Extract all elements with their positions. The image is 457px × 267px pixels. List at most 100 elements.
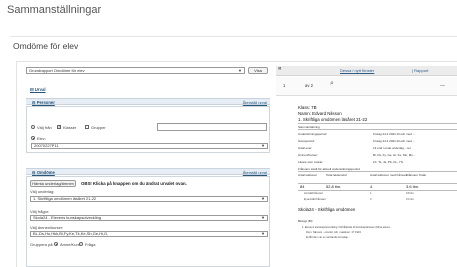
radio-valj-fran-label: Välj från xyxy=(37,125,52,130)
report-row: Grundrapport Omdöme för elev ▼ Visa xyxy=(26,66,270,76)
doc-row-key: Antal ever: xyxy=(298,146,313,150)
page-title: Sammanställningar xyxy=(7,4,102,16)
chevron-down-icon: ▼ xyxy=(261,196,265,201)
checkbox-klasser[interactable] xyxy=(57,124,61,129)
amnen-value: BL,Ds,Hu,Hkk,Bi,Fy,Ke,Tk,Ke,Sh,Ge,Hi,G, xyxy=(33,231,109,236)
radio-elev[interactable] xyxy=(31,136,35,140)
radio-gruppera-amne[interactable] xyxy=(54,242,58,246)
fragor-select[interactable]: Skola24 - Elevens kunskapsutveckling ▼ xyxy=(30,215,268,221)
personer-toggle[interactable]: ⊟ Personer xyxy=(32,100,55,105)
doc-row-key: Lärare som svarat: xyxy=(298,160,324,164)
search-icon[interactable]: ⌕ xyxy=(330,80,334,88)
table-header: Antal lektioner xyxy=(298,173,318,177)
preview-toolbar: « Dessa i nytt fönster | Rapport xyxy=(276,66,457,76)
doc-divider xyxy=(298,123,457,124)
table-cell: 4 xyxy=(370,184,373,189)
underlag-select[interactable]: 1. Skriftliga omdömen läsåret 21-22 ▼ xyxy=(30,196,268,202)
omdome-header: ⊟ Omdöme Återställ urval xyxy=(26,168,270,175)
doc-row-value: Krolag 24.4 2021 till och med ... xyxy=(373,132,416,136)
table-subrow-time: 3.2 tim. xyxy=(406,198,415,201)
underlag-value: 1. Skriftliga omdömen läsåret 21-22 xyxy=(33,196,97,201)
doc-row-key: Underskriningsperiod: xyxy=(298,132,328,136)
urval-label: Urval xyxy=(34,87,46,92)
radio-valj-fran[interactable] xyxy=(31,125,35,129)
personer-header: ⊟ Personer Återställ urval xyxy=(26,98,270,105)
radio-gruppera-fraga[interactable] xyxy=(79,242,83,246)
doc-divider xyxy=(298,171,457,172)
doc-row-key: Ämnen/Kurser: xyxy=(298,153,319,157)
fetch-subjects-button[interactable]: Hämta underlag/ämnen xyxy=(30,180,76,187)
personer-box: Välj från Klasser Grupper Elev: 20070227… xyxy=(26,106,270,153)
underlag-label: Välj underlag: xyxy=(30,189,55,194)
page-count: av 2 xyxy=(305,83,313,88)
doc-skola-heading: Skola24 - Skriftliga omdömen xyxy=(298,207,356,212)
table-header: Antal lektioner med frånvaro xyxy=(370,173,408,177)
table-subrow-label: Anmäld frånvaro xyxy=(304,192,324,195)
elev-label: Elev: xyxy=(37,136,46,141)
omdome-toggle[interactable]: ⊟ Omdöme xyxy=(32,170,55,175)
page-number-input[interactable]: 1 xyxy=(283,83,289,90)
doc-klass: Klass: 7B xyxy=(298,105,317,110)
page-subtitle: Omdöme för elev xyxy=(13,41,79,51)
chevron-down-icon: ▼ xyxy=(261,143,265,148)
gruppera-fraga-label: Fråga xyxy=(85,242,96,247)
report-preview-panel: « Dessa i nytt fönster | Rapport 1 av 2 … xyxy=(276,66,457,267)
table-subrow-time: 0.8 tim. xyxy=(406,192,415,195)
table-header: Frånvaro Totalt xyxy=(406,173,426,177)
gruppera-label: Gruppera på: xyxy=(30,242,54,247)
doc-subject: Biologi (Bi) xyxy=(298,219,313,223)
doc-row-value: Bi, Ds, Fy, Ge, Hi, Ke, Mu, Mu... xyxy=(373,153,416,157)
amnen-select[interactable]: BL,Ds,Hu,Hkk,Bi,Fy,Ke,Tk,Ke,Sh,Ge,Hi,G, … xyxy=(30,231,268,237)
report-link-rest: | Rapport xyxy=(412,68,429,73)
header-divider xyxy=(10,36,457,37)
open-new-window-link[interactable]: Dessa i nytt fönster xyxy=(340,68,374,73)
chevron-down-icon: ▼ xyxy=(238,68,242,73)
doc-underlag: 1. Skriftliga omdömen läsåret 21-22 xyxy=(298,117,368,122)
omdome-box: Hämta underlag/ämnen OBS! Klicka på knap… xyxy=(26,176,270,267)
doc-text-line: Dom. Närvaro - omväxl. Arb. maskiner: 17… xyxy=(306,231,361,234)
doc-divider xyxy=(298,190,457,191)
table-subrow-label: Ej anmäld frånvaro xyxy=(304,198,326,201)
table-subrow-count: 3 xyxy=(370,198,372,201)
report-template-select[interactable]: Grundrapport Omdöme för elev ▼ xyxy=(26,67,245,74)
elev-value: 20070227P11 xyxy=(34,143,59,148)
report-document: Klass: 7B Namn: Edvard Nilsson 1. Skrift… xyxy=(280,99,457,267)
checkbox-grupper[interactable] xyxy=(85,125,89,129)
table-cell: 3.6 tim. xyxy=(406,184,420,189)
doc-row-value: Krolag 24.4 2021 till och med ... xyxy=(373,139,416,143)
doc-divider xyxy=(298,183,457,184)
doc-namn: Namn: Edvard Nilsson xyxy=(298,111,342,116)
report-template-value: Grundrapport Omdöme för elev xyxy=(29,68,85,73)
doc-row-key: Åversperiod: xyxy=(298,139,315,143)
report-settings-panel: Grundrapport Omdöme för elev ▼ Visa ⊟ Ur… xyxy=(26,66,270,267)
personer-reset-link[interactable]: Återställ urval xyxy=(243,100,267,105)
class-list-field[interactable] xyxy=(157,123,267,131)
fetch-subjects-label: Hämta underlag/ämnen xyxy=(32,181,74,186)
show-report-button[interactable]: Visa xyxy=(248,67,268,74)
omdome-label: Omdöme xyxy=(36,169,55,175)
zoom-out-icon[interactable]: — xyxy=(440,83,445,89)
personer-label: Personer xyxy=(36,99,55,105)
show-report-label: Visa xyxy=(254,68,262,73)
table-subrow-count: 1 xyxy=(370,192,372,195)
amnen-label: Välj ämnen/kurser: xyxy=(30,225,64,230)
gruppera-amne-label: Ämne/Kurs xyxy=(60,242,80,247)
collapse-icon[interactable]: « xyxy=(278,66,281,72)
doc-row-value: LK, Ts, Ja, PK, KL, YN xyxy=(373,160,403,164)
chevron-down-icon: ▼ xyxy=(261,215,265,220)
fragor-value: Skola24 - Elevens kunskapsutveckling xyxy=(33,215,102,220)
urval-section-toggle[interactable]: ⊟ Urval xyxy=(30,87,46,93)
refresh-notice: OBS! Klicka på knappen om du ändrat urva… xyxy=(81,181,187,186)
preview-pager: 1 av 2 ⌕ — xyxy=(276,77,457,96)
checkbox-klasser-label: Klasser xyxy=(63,125,77,130)
chevron-down-icon: ▼ xyxy=(261,231,265,236)
elev-select[interactable]: 20070227P11 ▼ xyxy=(31,143,268,149)
table-header: Total lektionstid xyxy=(326,173,347,177)
doc-row-value: 13 end i ende undertag ...tet xyxy=(373,146,411,150)
table-cell: 52.8 tim. xyxy=(326,184,342,189)
checkbox-grupper-label: Grupper xyxy=(91,125,106,130)
doc-text-line: Ej fått den var en samlande kunskap... xyxy=(306,236,351,239)
doc-divider xyxy=(298,129,457,130)
table-cell: 84 xyxy=(300,184,305,189)
omdome-reset-link[interactable]: Återställ urval xyxy=(243,170,267,175)
